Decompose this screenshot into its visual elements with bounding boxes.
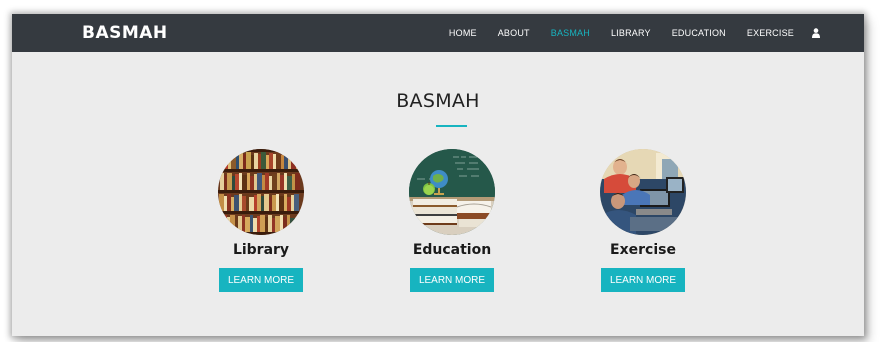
navbar: BASMAH HOME ABOUT BASMAH LIBRARY EDUCATI… — [12, 14, 864, 52]
bookshelf-image — [218, 149, 304, 235]
card-education: Education LEARN MORE — [392, 149, 512, 292]
page-title: BASMAH — [396, 90, 480, 112]
card-title-exercise: Exercise — [610, 242, 676, 258]
learn-more-exercise-button[interactable]: LEARN MORE — [601, 268, 685, 292]
brand-logo[interactable]: BASMAH — [82, 23, 168, 43]
card-title-library: Library — [232, 242, 290, 258]
user-icon[interactable] — [812, 28, 820, 38]
browser-page: BASMAH HOME ABOUT BASMAH LIBRARY EDUCATI… — [12, 14, 864, 336]
nav-home[interactable]: HOME — [449, 28, 477, 38]
nav-exercise[interactable]: EXERCISE — [747, 28, 794, 38]
nav-library[interactable]: LIBRARY — [611, 28, 651, 38]
card-exercise: Exercise LEARN MORE — [583, 149, 703, 292]
learn-more-library-button[interactable]: LEARN MORE — [219, 268, 303, 292]
nav-basmah[interactable]: BASMAH — [551, 28, 590, 38]
learn-more-education-button[interactable]: LEARN MORE — [410, 268, 494, 292]
card-library: Library LEARN MORE — [201, 149, 321, 292]
nav-education[interactable]: EDUCATION — [672, 28, 726, 38]
main-nav: HOME ABOUT BASMAH LIBRARY EDUCATION EXER… — [428, 14, 820, 52]
title-underline — [436, 125, 467, 127]
card-title-education: Education — [412, 242, 492, 258]
books-globe-chalkboard-image — [409, 149, 495, 235]
students-computers-image — [600, 149, 686, 235]
nav-about[interactable]: ABOUT — [498, 28, 530, 38]
